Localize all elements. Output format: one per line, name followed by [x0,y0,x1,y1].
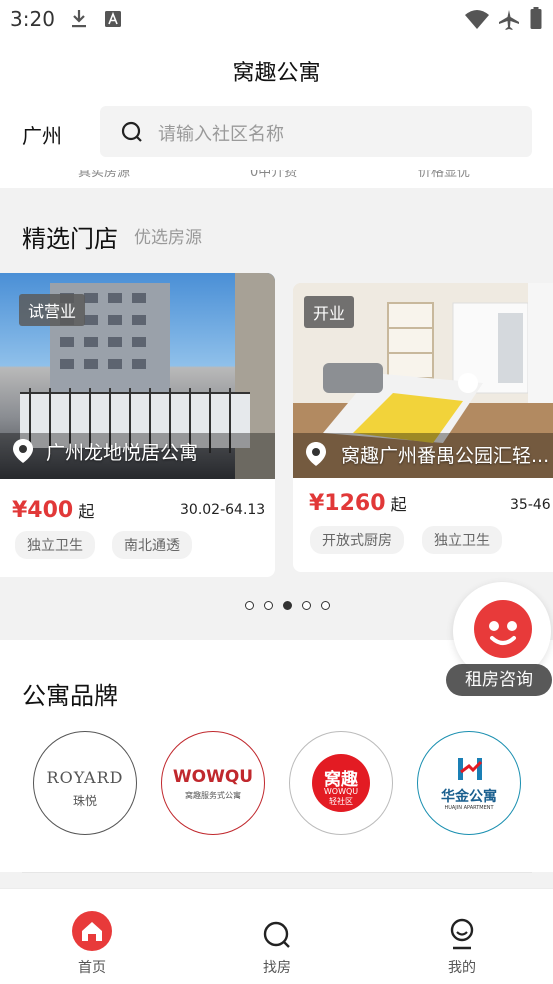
divider [22,872,532,873]
carousel-dot[interactable] [302,601,311,610]
wifi-icon [465,10,489,29]
feature-chip: 独立卫生 [422,526,502,554]
page-title: 窝趣公寓 [232,61,321,86]
search-icon [263,921,290,948]
store-name: 窝趣广州番禺公园汇轻... [341,445,550,467]
feature-label: 0中介费 [250,170,298,180]
huajin-h-icon [458,758,483,780]
search-placeholder: 请输入社区名称 [158,124,284,145]
store-name: 广州龙地悦居公寓 [46,442,199,464]
carousel-dot-active[interactable] [283,601,292,610]
location-pin-icon [306,442,326,466]
feature-chip: 开放式厨房 [310,526,404,554]
store-card[interactable]: 试营业 广州龙地悦居公寓 ¥400 起 30.02-64.13 独立卫生 南北通… [0,273,275,577]
brand-sub: 窝趣服务式公寓 [185,791,241,800]
brand-logo-wowqu[interactable]: WOWQU 窝趣服务式公寓 [161,731,265,835]
store-price: ¥1260 [309,491,386,516]
brand-name: ROYARD [46,768,124,787]
carousel-dot[interactable] [321,601,330,610]
status-badge: 试营业 [19,294,86,326]
store-area: 35-46 [510,497,551,513]
nav-item-find[interactable]: 找房 [237,906,317,976]
feature-label: 真实房源 [78,170,131,180]
nav-label: 首页 [78,960,106,976]
download-icon [72,10,86,28]
section-title: 精选门店 [22,225,118,253]
home-icon [72,911,112,951]
location-pin-icon [13,439,33,463]
profile-icon [450,918,474,950]
keyboard-a-icon [105,11,121,27]
brand-logo-wowqu-community[interactable]: 窝趣 WOWQU 轻社区 [289,731,393,835]
feature-chip: 独立卫生 [15,531,95,559]
section-subtitle: 优选房源 [134,228,202,248]
brand-logo-royard[interactable]: ROYARD 珠悦 [33,731,137,835]
status-badge: 开业 [304,296,355,328]
consult-label[interactable]: 租房咨询 [446,664,552,696]
nav-label: 找房 [263,960,291,976]
search-icon [121,121,142,142]
status-time: 3:20 [10,7,55,31]
store-area: 30.02-64.13 [180,502,266,518]
carousel-dot[interactable] [264,601,273,610]
feature-strip: 真实房源 0中介费 价格显优 [0,170,553,188]
brand-sub: WOWQU 轻社区 [323,787,359,806]
brand-logo-huajin[interactable]: 华金公寓 HUAJIN APARTMENT [417,731,521,835]
airplane-icon [499,10,519,30]
carousel-dot[interactable] [245,601,254,610]
brand-name: WOWQU [172,767,254,787]
nav-item-profile[interactable]: 我的 [422,906,502,976]
price-block: ¥1260 起 [309,491,407,516]
city-selector[interactable]: 广州 [22,120,62,149]
nav-item-home[interactable]: 首页 [52,906,132,976]
nav-label: 我的 [448,960,476,976]
section-title: 公寓品牌 [22,682,118,710]
feature-chip: 南北通透 [112,531,192,559]
price-suffix: 起 [78,502,95,521]
feature-label: 价格显优 [418,170,471,180]
price-suffix: 起 [390,495,407,514]
store-card[interactable]: 开业 窝趣广州番禺公园汇轻... ¥1260 起 35-46 开放式厨房 独立卫… [293,283,553,572]
store-price: ¥400 [12,498,74,523]
brand-sub: HUAJIN APARTMENT [444,805,494,811]
battery-icon [530,7,542,29]
brand-name: 华金公寓 [441,789,497,805]
brand-sub: 珠悦 [72,794,97,808]
smiley-icon [474,600,532,658]
price-block: ¥400 起 [12,498,94,523]
